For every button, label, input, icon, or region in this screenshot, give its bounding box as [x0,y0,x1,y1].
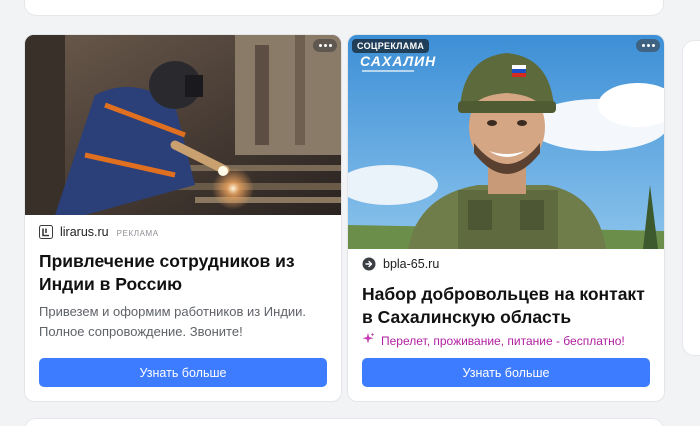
adjacent-feed-card [682,40,700,356]
ad-description: Привезем и оформим работников из Индии. … [39,304,307,339]
arrow-circle-icon [362,257,376,271]
next-feed-card [24,418,664,426]
ad-promo-row: Перелет, проживание, питание - бесплатно… [362,332,625,350]
learn-more-button[interactable]: Узнать больше [39,358,327,387]
ad-image-soldier[interactable]: СОЦРЕКЛАМА САХАЛИН [348,35,664,249]
learn-more-button[interactable]: Узнать больше [362,358,650,387]
ad-more-options-button[interactable] [313,39,337,52]
previous-feed-card [24,0,664,16]
ad-marker-label: РЕКЛАМА [116,228,159,238]
ad-source-row[interactable]: bpla-65.ru [362,257,439,271]
brand-underline [362,70,414,72]
ad-card-bpla65[interactable]: СОЦРЕКЛАМА САХАЛИН bpla-65.ru Набор добр… [347,34,665,402]
ad-more-options-button[interactable] [636,39,660,52]
ad-title[interactable]: Набор добровольцев на контакт в Сахалинс… [362,283,654,329]
ad-source-domain[interactable]: bpla-65.ru [383,257,439,271]
ad-source-row[interactable]: lirarus.ru РЕКЛАМА [39,225,159,239]
sparkle-icon [362,332,375,350]
ad-promo-text: Перелет, проживание, питание - бесплатно… [381,334,625,348]
sakhalin-brand-text: САХАЛИН [360,53,437,69]
social-ad-label: СОЦРЕКЛАМА [352,39,430,53]
ad-card-lirarus[interactable]: lirarus.ru РЕКЛАМА Привлечение сотрудник… [24,34,342,402]
lirarus-logo-icon [39,225,53,239]
welder-photo [25,35,341,215]
ad-image-welder[interactable] [25,35,341,215]
ad-title[interactable]: Привлечение сотрудников из Индии в Росси… [39,250,331,296]
ad-source-domain[interactable]: lirarus.ru [60,225,109,239]
